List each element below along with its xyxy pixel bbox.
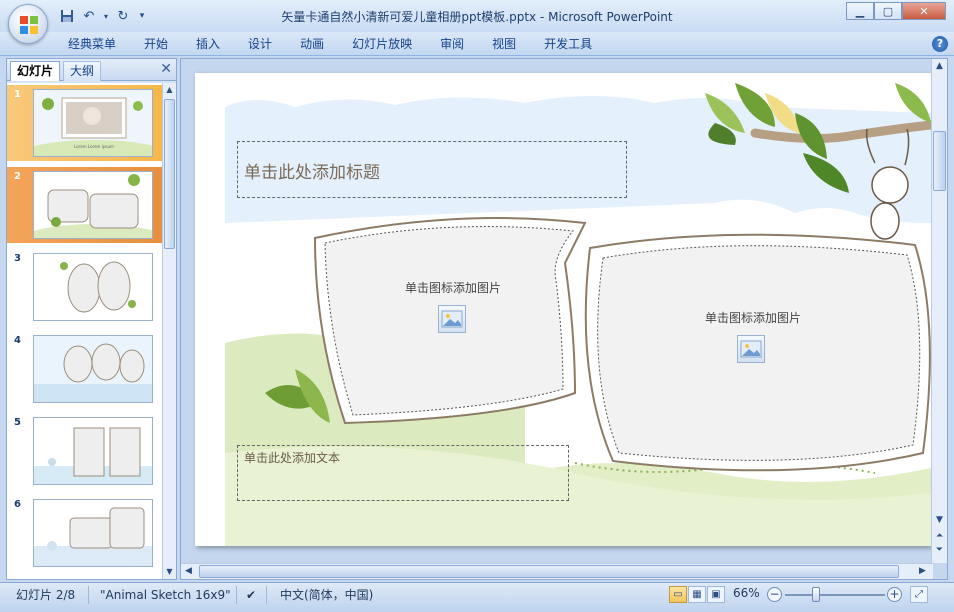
normal-view-button[interactable]: ▭ (669, 586, 687, 603)
maximize-button[interactable]: ▢ (874, 2, 902, 20)
slide-thumbnails: 1 Lorem Lorem ipsum 2 3 4 5 6 (7, 83, 162, 579)
insert-picture-icon[interactable] (438, 305, 466, 333)
scroll-up-icon[interactable]: ▲ (932, 61, 947, 71)
slide-number: 3 (14, 253, 21, 264)
tab-slides[interactable]: 幻灯片 (10, 61, 61, 81)
ribbon-tabs: 经典菜单 开始 插入 设计 动画 幻灯片放映 审阅 视图 开发工具 (68, 36, 606, 52)
zoom-slider[interactable] (785, 594, 885, 596)
picture-placeholder-right[interactable]: 单击图标添加图片 (615, 283, 915, 443)
slide-preview (33, 335, 153, 403)
tab-developer[interactable]: 开发工具 (530, 36, 606, 52)
scroll-left-icon[interactable]: ◀ (185, 564, 192, 579)
slide-show-button[interactable]: ▣ (707, 586, 725, 603)
slide-horizontal-scrollbar[interactable]: ◀ ▶ (181, 563, 933, 579)
ribbon: 经典菜单 开始 插入 设计 动画 幻灯片放映 审阅 视图 开发工具 ? (0, 32, 954, 56)
next-slide-icon[interactable]: ⏷ (932, 545, 947, 555)
minimize-button[interactable]: ▁ (846, 2, 874, 20)
slide-editing-area: 单击此处添加标题 单击图标添加图片 单击图标添加图片 单击此处添加文本 ▲ ▼ … (180, 58, 948, 580)
help-icon[interactable]: ? (932, 36, 948, 52)
tab-outline[interactable]: 大纲 (63, 61, 102, 81)
text-placeholder-text: 单击此处添加文本 (244, 451, 341, 465)
zoom-out-button[interactable]: − (767, 587, 782, 602)
tab-design[interactable]: 设计 (234, 36, 286, 52)
tab-animations[interactable]: 动画 (286, 36, 338, 52)
title-placeholder[interactable]: 单击此处添加标题 (237, 141, 627, 198)
window-title: 矢量卡通自然小清新可爱儿童相册ppt模板.pptx - Microsoft Po… (281, 10, 673, 24)
title-placeholder-text: 单击此处添加标题 (244, 163, 380, 183)
window-controls: ▁ ▢ ✕ (846, 2, 946, 20)
slide-vertical-scrollbar[interactable]: ▲ ▼ ⏶ ⏷ (931, 59, 947, 563)
thumb-caption: Lorem Lorem ipsum (74, 144, 114, 149)
spelling-check-icon[interactable]: ✔ (246, 586, 256, 604)
tab-slide-show[interactable]: 幻灯片放映 (338, 36, 426, 52)
insert-picture-icon[interactable] (737, 335, 765, 363)
scrollbar-thumb[interactable] (199, 565, 899, 578)
tab-classic-menu[interactable]: 经典菜单 (68, 36, 130, 52)
picture-placeholder-text: 单击图标添加图片 (705, 311, 802, 325)
slide-preview (33, 499, 153, 567)
slide-thumbnail-4[interactable]: 4 (7, 331, 162, 407)
close-pane-icon[interactable]: ✕ (160, 61, 172, 77)
slide-preview (33, 253, 153, 321)
tab-view[interactable]: 视图 (478, 36, 530, 52)
language-indicator[interactable]: 中文(简体，中国) (280, 586, 373, 604)
slide-counter: 幻灯片 2/8 (16, 588, 76, 602)
tab-insert[interactable]: 插入 (182, 36, 234, 52)
tab-home[interactable]: 开始 (130, 36, 182, 52)
office-logo-icon (20, 16, 38, 34)
pane-tabs: 幻灯片 大纲 ✕ (7, 59, 176, 81)
text-placeholder[interactable]: 单击此处添加文本 (237, 445, 569, 501)
zoom-level[interactable]: 66% (733, 586, 760, 600)
slide-thumbnail-5[interactable]: 5 (7, 413, 162, 489)
scroll-down-icon[interactable]: ▼ (932, 515, 947, 525)
tab-review[interactable]: 审阅 (426, 36, 478, 52)
slide-thumbnail-2[interactable]: 2 (7, 167, 162, 243)
scroll-down-icon[interactable]: ▼ (163, 565, 176, 579)
picture-placeholder-text: 单击图标添加图片 (405, 281, 502, 295)
scroll-right-icon[interactable]: ▶ (919, 564, 926, 579)
slide-sorter-button[interactable]: ▦ (688, 586, 706, 603)
slide-thumbnail-1[interactable]: 1 Lorem Lorem ipsum (7, 85, 162, 161)
zoom-in-button[interactable]: + (887, 587, 902, 602)
slide-thumbnail-6[interactable]: 6 (7, 495, 162, 571)
picture-placeholder-left[interactable]: 单击图标添加图片 (335, 253, 555, 413)
slide-number: 4 (14, 335, 21, 346)
slide-number: 1 (14, 89, 21, 100)
slide-thumbnail-3[interactable]: 3 (7, 249, 162, 325)
slide-preview (33, 417, 153, 485)
status-bar: 幻灯片 2/8 "Animal Sketch 16x9" ✔ 中文(简体，中国)… (0, 582, 954, 612)
slides-pane: 幻灯片 大纲 ✕ 1 Lorem Lorem ipsum 2 3 4 5 6 ▲… (6, 58, 177, 580)
fit-to-window-button[interactable]: ⤢ (910, 586, 928, 603)
slide-preview (33, 171, 153, 239)
previous-slide-icon[interactable]: ⏶ (932, 531, 947, 541)
office-button[interactable] (8, 4, 48, 44)
zoom-slider-handle[interactable] (812, 587, 820, 602)
slide-number: 2 (14, 171, 21, 182)
title-bar: ↶ ▾ ↻ ▾ 矢量卡通自然小清新可爱儿童相册ppt模板.pptx - Micr… (0, 0, 954, 32)
slide-number: 6 (14, 499, 21, 510)
scrollbar-thumb[interactable] (164, 99, 175, 249)
close-button[interactable]: ✕ (902, 2, 946, 20)
scrollbar-thumb[interactable] (933, 131, 946, 191)
slide-number: 5 (14, 417, 21, 428)
slide-preview: Lorem Lorem ipsum (33, 89, 153, 157)
theme-name: "Animal Sketch 16x9" (100, 588, 231, 602)
pane-scrollbar[interactable]: ▲ ▼ (162, 83, 176, 579)
current-slide: 单击此处添加标题 单击图标添加图片 单击图标添加图片 单击此处添加文本 (195, 73, 931, 546)
scroll-up-icon[interactable]: ▲ (163, 83, 176, 97)
